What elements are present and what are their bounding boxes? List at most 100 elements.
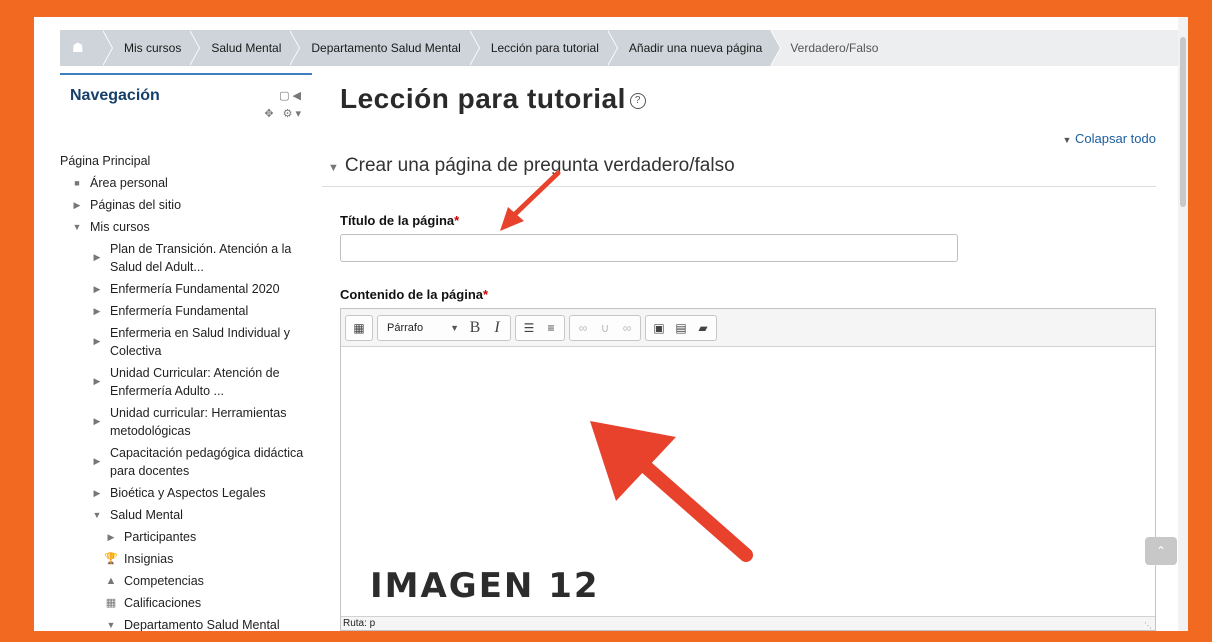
caret-down-icon: ▼ (450, 322, 459, 333)
breadcrumb-current-label: Verdadero/Falso (790, 41, 879, 55)
breadcrumb-current: Verdadero/Falso (770, 30, 887, 66)
caret-down-icon: ▼ (106, 620, 116, 630)
nav-item-pagina-principal[interactable]: Página Principal (60, 152, 312, 170)
nav-item-course[interactable]: ▶ Enfermería Fundamental 2020 (60, 280, 312, 298)
nav-item-paginas-sitio[interactable]: ▶ Páginas del sitio (60, 196, 312, 214)
caret-right-icon: ▶ (93, 456, 101, 466)
caret-down-icon: ▼ (92, 510, 102, 520)
breadcrumb-home[interactable]: ☗ (60, 30, 113, 66)
nav-label: Enfermeria en Salud Individual y Colecti… (110, 326, 290, 358)
caret-down-icon: ▼ (328, 162, 339, 174)
moodle-page: ☗ Mis cursos Salud Mental Departamento S… (34, 17, 1188, 631)
section-header[interactable]: ▼ Crear una página de pregunta verdadero/… (322, 155, 1156, 187)
image-icon[interactable]: ▣ (649, 318, 669, 338)
page-title: Lección para tutorial? (340, 83, 646, 115)
caret-right-icon: ▶ (93, 488, 101, 498)
nav-label: Enfermería Fundamental (110, 304, 249, 318)
nav-item-area-personal[interactable]: ■ Área personal (60, 174, 312, 192)
nav-label: Salud Mental (110, 508, 183, 522)
nav-item-mis-cursos[interactable]: ▼ Mis cursos (60, 218, 312, 236)
nav-item-competencias[interactable]: ▲ Competencias (60, 572, 312, 590)
toolbar-group: ☰ ≡ (515, 314, 565, 341)
nav-item-insignias[interactable]: 🏆 Insignias (60, 550, 312, 568)
nav-label: Página Principal (60, 154, 151, 168)
nav-item-course[interactable]: ▶ Unidad curricular: Herramientas metodol… (60, 404, 312, 440)
nav-label: Enfermería Fundamental 2020 (110, 282, 280, 296)
nav-item-course[interactable]: ▶ Bioética y Aspectos Legales (60, 484, 312, 502)
block-move-settings-icons[interactable]: ✥ ⚙▾ (264, 107, 304, 120)
collapse-all-link[interactable]: ▼ Colapsar todo (1063, 131, 1157, 146)
caret-right-icon: ▶ (93, 416, 101, 426)
media-icon[interactable]: ▤ (671, 318, 691, 338)
breadcrumb-mis-cursos[interactable]: Mis cursos (102, 30, 201, 66)
nav-item-course[interactable]: ▶ Plan de Transición. Atención a la Salud… (60, 240, 312, 276)
navigation-block: Navegación ▢◀ ✥ ⚙▾ Página Principal ■ Áre… (60, 73, 312, 631)
toolbar-toggle-icon[interactable]: ▦ (349, 318, 369, 338)
nav-item-departamento[interactable]: ▼ Departamento Salud Mental (60, 616, 312, 631)
editor-toolbar: ▦ Párrafo ▼ B I ☰ ≡ ∞ ∪ ∞ ▣ ▤ ▰ (341, 309, 1155, 347)
nav-label: Insignias (124, 552, 174, 566)
nav-item-course[interactable]: ▶ Enfermería Fundamental (60, 302, 312, 320)
toolbar-group: ∞ ∪ ∞ (569, 314, 641, 341)
breadcrumb-label: Mis cursos (124, 41, 182, 55)
nav-item-course[interactable]: ▶ Enfermeria en Salud Individual y Colect… (60, 324, 312, 360)
nav-label: Unidad Curricular: Atención de Enfermerí… (110, 366, 280, 398)
label-text: Contenido de la página (340, 287, 484, 302)
scrollbar-thumb[interactable] (1180, 37, 1186, 207)
toolbar-group: ▦ (345, 314, 373, 341)
nav-item-course[interactable]: ▶ Capacitación pedagógica didáctica para … (60, 444, 312, 480)
breadcrumb-anadir-pagina[interactable]: Añadir una nueva página (606, 30, 782, 66)
file-manager-icon[interactable]: ▰ (693, 318, 713, 338)
nav-label: Área personal (90, 176, 168, 190)
scroll-to-top-button[interactable]: ⌃ (1145, 537, 1177, 565)
link-icon[interactable]: ∞ (573, 318, 593, 338)
page-scrollbar[interactable] (1178, 17, 1188, 631)
autolink-icon[interactable]: ∞ (617, 318, 637, 338)
resize-grip-icon[interactable]: ⋱ (1144, 619, 1152, 631)
page-title-label: Título de la página* (340, 213, 459, 228)
paragraph-format-value: Párrafo (387, 321, 424, 334)
breadcrumb-departamento[interactable]: Departamento Salud Mental (289, 30, 481, 66)
navigation-tree: Página Principal ■ Área personal ▶ Páginas… (60, 152, 312, 631)
caret-down-icon: ▼ (72, 222, 82, 232)
toolbar-group: ▣ ▤ ▰ (645, 314, 717, 341)
page-content-label: Contenido de la página* (340, 287, 488, 302)
nav-item-calificaciones[interactable]: ▦ Calificaciones (60, 594, 312, 612)
caret-right-icon: ▶ (93, 336, 101, 346)
caret-right-icon: ▶ (107, 532, 115, 542)
unlink-icon[interactable]: ∪ (595, 318, 615, 338)
page-title-input[interactable] (340, 234, 958, 262)
breadcrumb-label: Salud Mental (211, 41, 282, 55)
breadcrumb-leccion[interactable]: Lección para tutorial (468, 30, 618, 66)
ordered-list-icon[interactable]: ≡ (541, 318, 561, 338)
toolbar-group: Párrafo ▼ B I (377, 314, 511, 341)
breadcrumb-label: Lección para tutorial (490, 41, 599, 55)
nav-label: Calificaciones (124, 596, 202, 610)
nav-label: Unidad curricular: Herramientas metodoló… (110, 406, 287, 438)
nav-label: Páginas del sitio (90, 198, 182, 212)
unordered-list-icon[interactable]: ☰ (519, 318, 539, 338)
grades-table-icon: ▦ (105, 597, 117, 609)
collapse-all-label: Colapsar todo (1075, 131, 1156, 146)
block-dock-icons[interactable]: ▢◀ (279, 89, 304, 102)
paragraph-format-select[interactable]: Párrafo ▼ (381, 318, 463, 338)
nav-item-salud-mental[interactable]: ▼ Salud Mental (60, 506, 312, 524)
bold-icon[interactable]: B (465, 318, 485, 338)
breadcrumb: ☗ Mis cursos Salud Mental Departamento S… (60, 30, 1182, 66)
italic-icon[interactable]: I (487, 318, 507, 338)
page-title-text: Lección para tutorial (340, 83, 626, 114)
bullet-icon: ■ (74, 178, 80, 188)
required-mark: * (454, 213, 460, 228)
nav-item-course[interactable]: ▶ Unidad Curricular: Atención de Enfermer… (60, 364, 312, 400)
editor-path: Ruta: p (343, 618, 376, 629)
nav-label: Mis cursos (90, 220, 150, 234)
required-mark: * (483, 287, 489, 302)
nav-label: Departamento Salud Mental (124, 618, 280, 631)
caret-right-icon: ▶ (93, 252, 101, 262)
editor-status-bar: Ruta: p ⋱ (341, 616, 1155, 630)
nav-item-participantes[interactable]: ▶ Participantes (60, 528, 312, 546)
help-icon[interactable]: ? (629, 92, 646, 109)
image-caption: IMAGEN 12 (370, 566, 600, 606)
breadcrumb-salud-mental[interactable]: Salud Mental (189, 30, 301, 66)
caret-right-icon: ▶ (73, 200, 81, 210)
